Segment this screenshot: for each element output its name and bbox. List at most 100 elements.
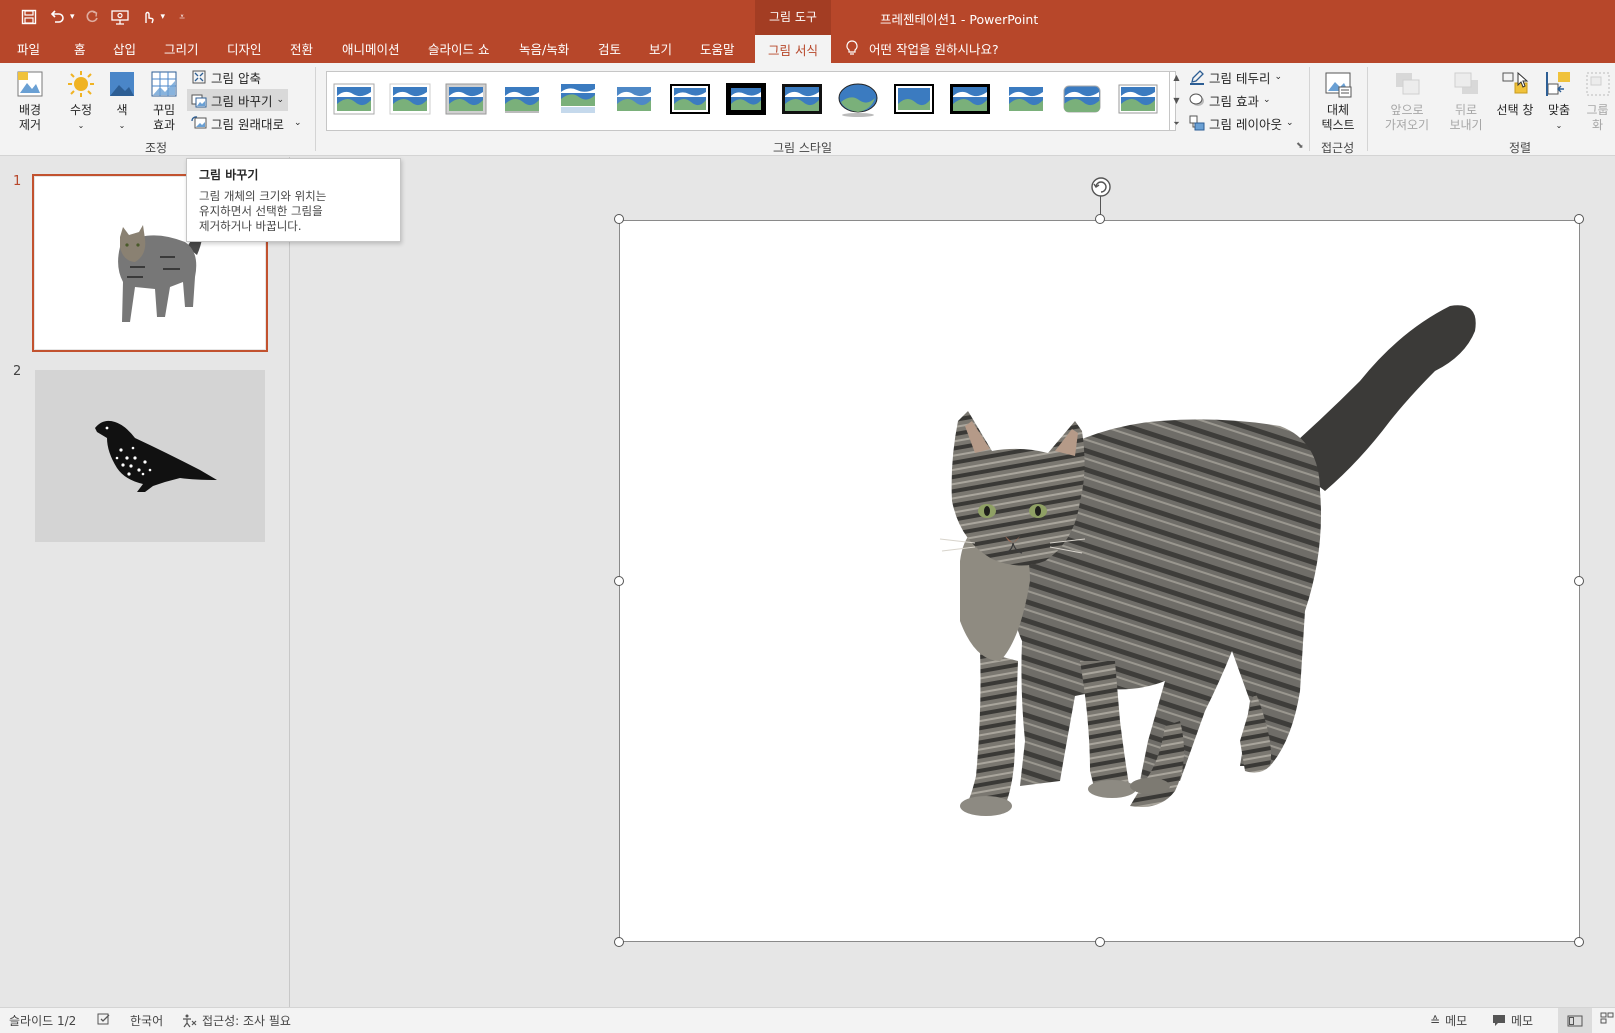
undo-icon bbox=[50, 10, 64, 23]
resize-handle-top-right[interactable] bbox=[1574, 214, 1584, 224]
align-button[interactable]: 맞춤 ⌄ bbox=[1541, 69, 1577, 133]
tab-animations[interactable]: 애니메이션 bbox=[342, 33, 400, 63]
group-label-styles: 그림 스타일 bbox=[773, 141, 833, 155]
style-thumb-center-shadow[interactable] bbox=[949, 80, 991, 118]
style-thumb-shadow[interactable] bbox=[445, 80, 487, 118]
group-label-2: 화 bbox=[1591, 118, 1604, 132]
send-backward-icon bbox=[1454, 72, 1478, 94]
style-thumb-metal-frame[interactable] bbox=[893, 80, 935, 118]
picture-effects-button[interactable]: 그림 효과 ⌄ bbox=[1185, 89, 1275, 111]
resize-handle-bottom-left[interactable] bbox=[614, 937, 624, 947]
reset-picture-button[interactable]: 그림 원래대로 ⌄ bbox=[187, 112, 306, 134]
tab-draw[interactable]: 그리기 bbox=[164, 33, 199, 63]
bring-forward-icon bbox=[1396, 73, 1420, 95]
style-thumb-double-frame[interactable] bbox=[669, 80, 711, 118]
ribbon-tabs: 파일 홈 삽입 그리기 디자인 전환 애니메이션 슬라이드 쇼 녹음/녹화 검토… bbox=[0, 33, 1615, 63]
resize-handle-bottom-right[interactable] bbox=[1574, 937, 1584, 947]
selection-pane-button[interactable]: 선택 창 bbox=[1494, 69, 1536, 118]
align-dropdown-icon: ⌄ bbox=[1555, 121, 1563, 130]
style-thumb-soft-edge[interactable] bbox=[389, 80, 431, 118]
touch-mode-button[interactable] bbox=[137, 6, 159, 28]
notes-label: 메모 bbox=[1445, 1014, 1468, 1028]
tab-transitions[interactable]: 전환 bbox=[290, 33, 313, 63]
spell-check-button[interactable] bbox=[97, 1012, 111, 1026]
resize-handle-right[interactable] bbox=[1574, 576, 1584, 586]
bring-forward-label-1: 앞으로 bbox=[1390, 103, 1424, 117]
style-thumb-thick-black[interactable] bbox=[725, 80, 767, 118]
tab-slideshow[interactable]: 슬라이드 쇼 bbox=[428, 33, 489, 63]
tab-record[interactable]: 녹음/녹화 bbox=[519, 33, 569, 63]
rotate-handle-icon[interactable] bbox=[1089, 175, 1113, 199]
customize-qat-button[interactable]: ⩡ bbox=[171, 6, 193, 28]
artistic-effects-label-1: 꾸밈 bbox=[152, 103, 176, 117]
language-indicator[interactable]: 한국어 bbox=[130, 1012, 163, 1029]
group-label-adjust: 조정 bbox=[145, 141, 168, 155]
selection-pane-label: 선택 창 bbox=[1496, 103, 1534, 117]
undo-button[interactable] bbox=[46, 6, 68, 28]
compress-pictures-button[interactable]: 그림 압축 bbox=[187, 66, 265, 88]
resize-handle-top-left[interactable] bbox=[614, 214, 624, 224]
tooltip-line: 제거하거나 바꿉니다. bbox=[199, 219, 302, 233]
corrections-button[interactable]: 수정 ⌄ bbox=[64, 69, 98, 133]
comments-button[interactable]: 메모 bbox=[1492, 1012, 1533, 1029]
cat-image bbox=[939, 305, 1476, 816]
style-thumb-drop-shadow[interactable] bbox=[501, 80, 543, 118]
style-thumb-simple-frame[interactable] bbox=[333, 80, 375, 118]
selected-picture[interactable] bbox=[619, 220, 1580, 942]
tell-me-search[interactable]: 어떤 작업을 원하시나요? bbox=[845, 33, 999, 63]
artistic-effects-label-2: 효과 bbox=[152, 118, 176, 132]
resize-handle-left[interactable] bbox=[614, 576, 624, 586]
color-button[interactable]: 색 ⌄ bbox=[106, 69, 138, 133]
tab-view[interactable]: 보기 bbox=[649, 33, 672, 63]
tab-picture-format[interactable]: 그림 서식 bbox=[755, 33, 831, 63]
undo-dropdown-icon[interactable]: ▾ bbox=[70, 12, 75, 22]
alt-text-button[interactable]: 대체 텍스트 bbox=[1317, 69, 1359, 133]
slide-sorter-view-button[interactable] bbox=[1600, 1012, 1614, 1024]
slide-thumbnail-2[interactable] bbox=[35, 370, 265, 542]
bring-forward-button[interactable]: 앞으로 가져오기 bbox=[1376, 69, 1438, 133]
tell-me-text: 어떤 작업을 원하시나요? bbox=[869, 41, 999, 57]
pencil-icon bbox=[1190, 70, 1204, 85]
remove-background-button[interactable]: 배경 제거 bbox=[12, 69, 48, 133]
tab-insert[interactable]: 삽입 bbox=[113, 33, 136, 63]
style-thumb-reflected[interactable] bbox=[557, 80, 599, 118]
send-backward-button[interactable]: 뒤로 보내기 bbox=[1438, 69, 1494, 133]
resize-handle-bottom[interactable] bbox=[1095, 937, 1105, 947]
style-thumb-soft[interactable] bbox=[613, 80, 655, 118]
change-picture-dropdown-icon[interactable]: ⌄ bbox=[276, 95, 284, 105]
gallery-down-icon[interactable]: ▼ bbox=[1173, 96, 1179, 105]
gallery-more-icon[interactable]: ⏷ bbox=[1173, 119, 1179, 129]
touch-dropdown-icon[interactable]: ▾ bbox=[161, 12, 166, 22]
tab-help[interactable]: 도움말 bbox=[700, 33, 735, 63]
normal-view-button[interactable] bbox=[1558, 1008, 1592, 1033]
tab-design[interactable]: 디자인 bbox=[227, 33, 262, 63]
tab-review[interactable]: 검토 bbox=[598, 33, 621, 63]
notes-button[interactable]: ≙ 메모 bbox=[1430, 1012, 1467, 1029]
style-thumb-bevel[interactable] bbox=[1117, 80, 1159, 118]
picture-layout-button[interactable]: 그림 레이아웃 ⌄ bbox=[1185, 112, 1298, 134]
redo-button[interactable] bbox=[81, 6, 103, 28]
change-picture-tooltip: 그림 바꾸기 그림 개체의 크기와 위치는 유지하면서 선택한 그림을 제거하거… bbox=[186, 158, 401, 242]
resize-handle-top[interactable] bbox=[1095, 214, 1105, 224]
save-button[interactable] bbox=[18, 6, 40, 28]
tab-file[interactable]: 파일 bbox=[17, 33, 40, 63]
tab-home[interactable]: 홈 bbox=[74, 33, 86, 63]
reset-picture-dropdown-icon[interactable]: ⌄ bbox=[294, 118, 302, 128]
artistic-effects-button[interactable]: 꾸밈 효과 bbox=[146, 69, 182, 133]
styles-dialog-launcher-icon[interactable]: ⬊ bbox=[1296, 141, 1304, 151]
accessibility-status-button[interactable]: 접근성: 조사 필요 bbox=[181, 1012, 291, 1029]
style-thumb-black-frame[interactable] bbox=[781, 80, 823, 118]
from-beginning-button[interactable] bbox=[109, 6, 131, 28]
comment-icon bbox=[1493, 1015, 1505, 1026]
style-thumb-oval[interactable] bbox=[837, 80, 879, 118]
style-thumb-perspective[interactable] bbox=[1005, 80, 1047, 118]
picture-effects-label: 그림 효과 bbox=[1209, 93, 1259, 109]
touch-icon bbox=[144, 11, 154, 24]
quick-access-toolbar: ▾ ▾ ⩡ bbox=[18, 6, 193, 28]
group-button[interactable]: 그룹 화 bbox=[1580, 69, 1615, 133]
change-picture-button[interactable]: 그림 바꾸기 ⌄ bbox=[187, 89, 289, 111]
picture-border-button[interactable]: 그림 테두리 ⌄ bbox=[1185, 66, 1286, 88]
gallery-up-icon[interactable]: ▲ bbox=[1173, 73, 1179, 82]
style-thumb-rounded[interactable] bbox=[1061, 80, 1103, 118]
layout-icon bbox=[1189, 115, 1205, 131]
